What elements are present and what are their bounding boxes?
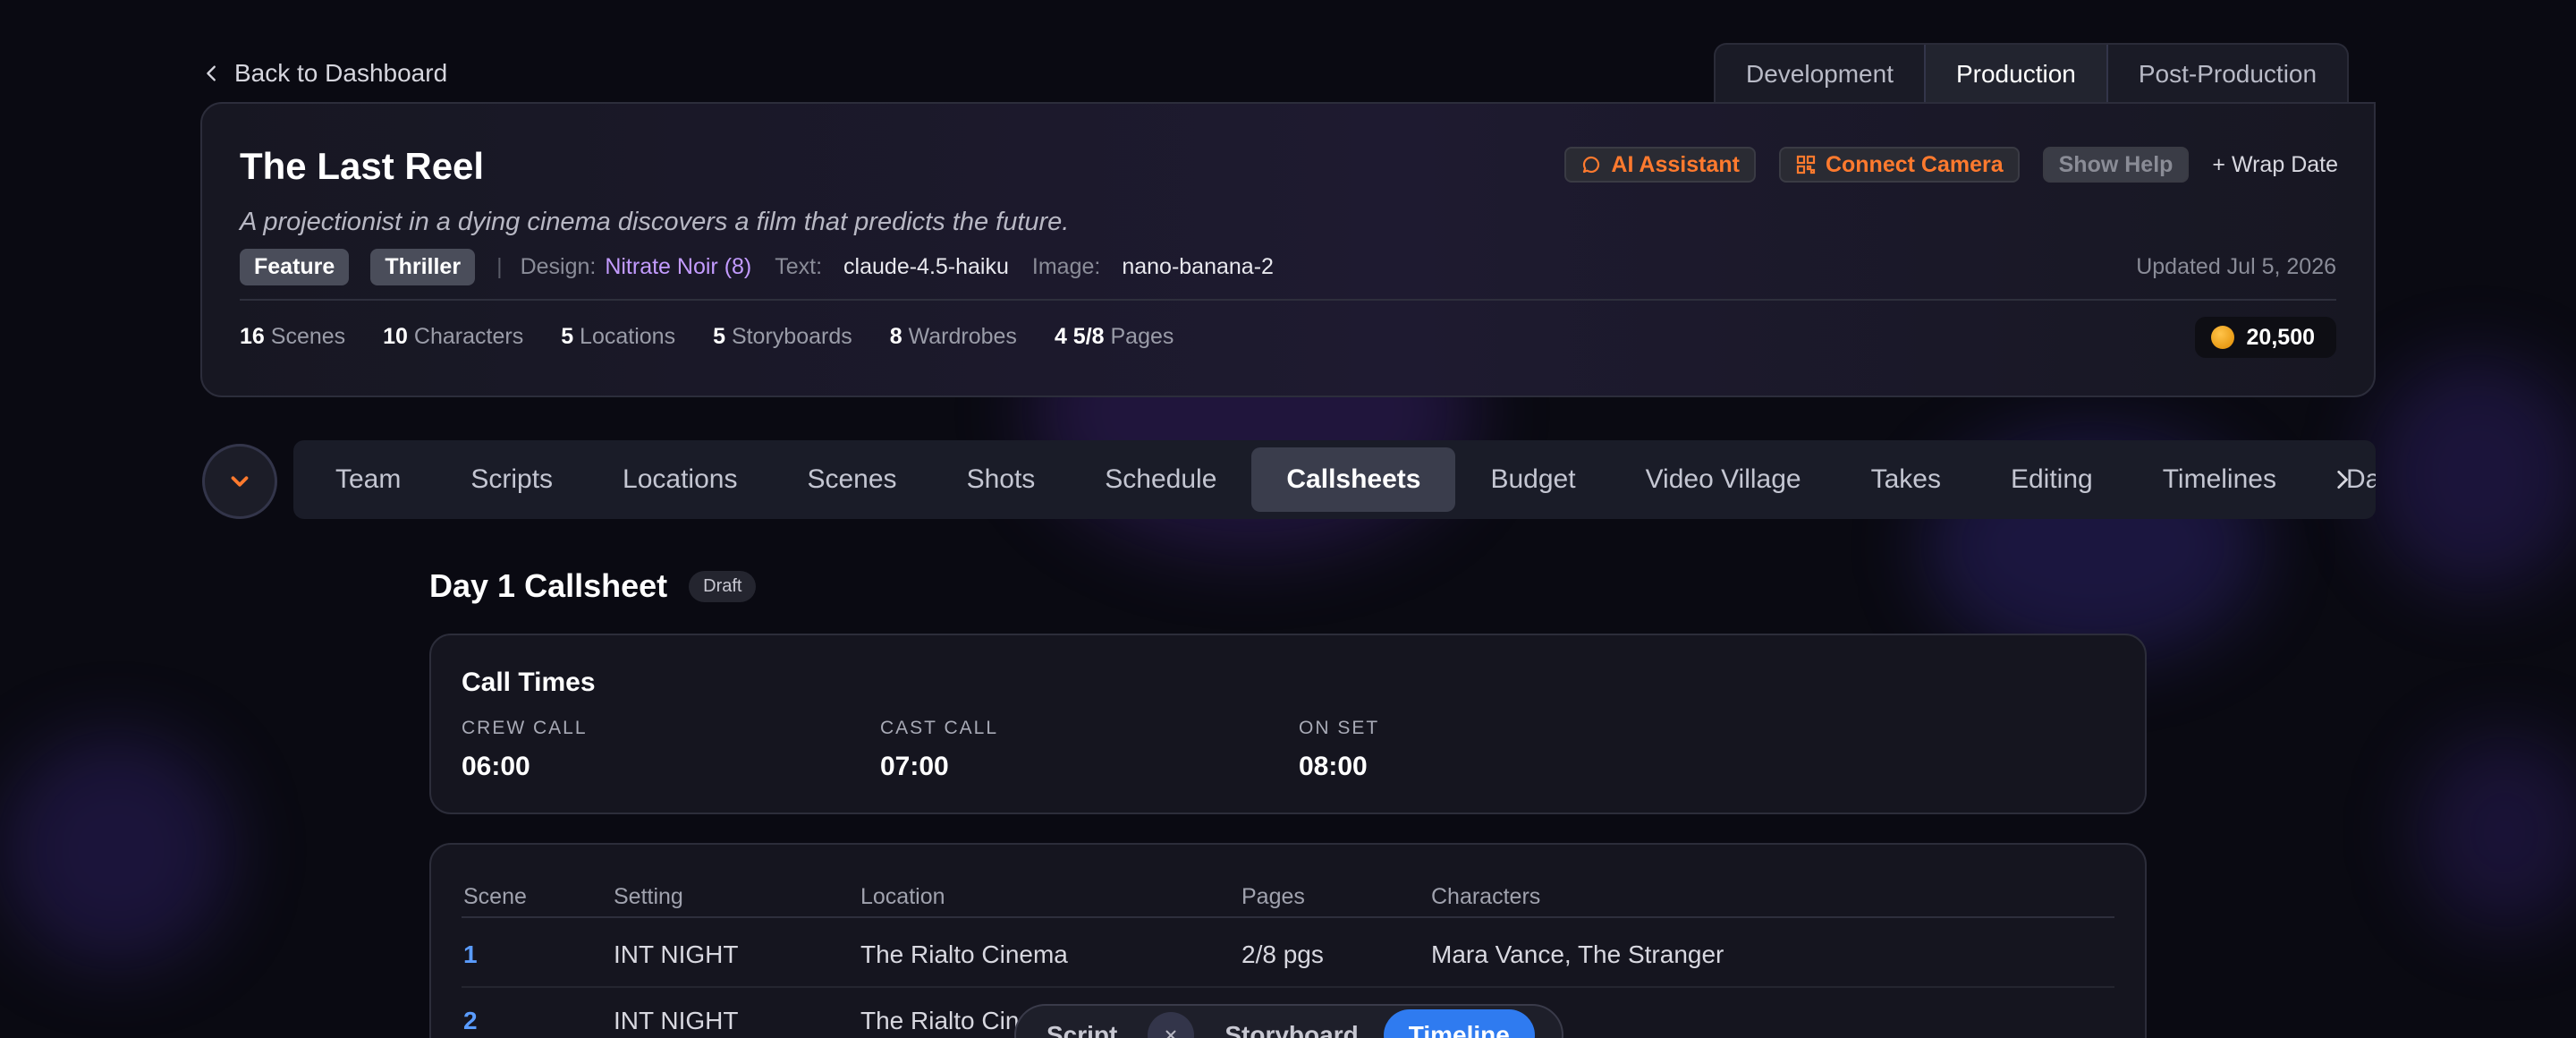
show-help-button[interactable]: Show Help <box>2042 147 2190 183</box>
on-set: ON SET 08:00 <box>1299 718 1379 782</box>
scene-number-link[interactable]: 2 <box>463 988 478 1038</box>
tab-callsheets[interactable]: Callsheets <box>1251 447 1456 512</box>
call-times-title: Call Times <box>462 668 596 697</box>
text-model-label: Text: <box>775 254 823 279</box>
tab-locations[interactable]: Locations <box>588 447 772 512</box>
stat-characters: 10 Characters <box>383 324 524 349</box>
wrap-date-button[interactable]: + Wrap Date <box>2212 152 2338 178</box>
cast-call-label: CAST CALL <box>880 718 998 738</box>
crew-call-label: CREW CALL <box>462 718 588 738</box>
stat-pages: 4 5/8 Pages <box>1054 324 1174 349</box>
on-set-label: ON SET <box>1299 718 1380 738</box>
back-to-dashboard-link[interactable]: Back to Dashboard <box>202 59 447 88</box>
column-header: Setting <box>614 884 683 909</box>
table-header: Scene Setting Location Pages Characters <box>462 879 2114 918</box>
stat-storyboards: 5 Storyboards <box>713 324 852 349</box>
tab-timelines[interactable]: Timelines <box>2128 447 2311 512</box>
project-meta: Feature Thriller | Design: Nitrate Noir … <box>240 249 1297 285</box>
pages-cell: 2/8 pgs <box>1241 940 1324 968</box>
column-header: Pages <box>1241 884 1305 909</box>
credits-value: 20,500 <box>2246 324 2315 350</box>
design-label: Design: <box>520 254 597 279</box>
tab-video-village[interactable]: Video Village <box>1611 447 1836 512</box>
updated-timestamp: Updated Jul 5, 2026 <box>2136 254 2336 279</box>
design-value-link[interactable]: Nitrate Noir (8) <box>605 254 751 280</box>
stat-locations: 5 Locations <box>561 324 676 349</box>
crew-call: CREW CALL 06:00 <box>462 718 588 782</box>
view-script-button[interactable]: Script <box>1021 1009 1142 1038</box>
tab-development[interactable]: Development <box>1716 45 1924 104</box>
tab-shots[interactable]: Shots <box>932 447 1071 512</box>
connect-camera-button[interactable]: Connect Camera <box>1778 147 2020 183</box>
characters-cell: Mara Vance, The Stranger <box>1431 940 1724 968</box>
back-link-label: Back to Dashboard <box>234 59 448 87</box>
project-card: The Last Reel AI Assistant Connect Camer… <box>200 102 2376 397</box>
project-logline: A projectionist in a dying cinema discov… <box>240 208 1070 236</box>
tab-editing[interactable]: Editing <box>1976 447 2128 512</box>
stat-scenes: 16 Scenes <box>240 324 346 349</box>
genre-tag: Feature <box>240 249 350 285</box>
background-glow <box>2370 358 2576 591</box>
column-header: Scene <box>463 884 527 909</box>
location-cell: The Rialto Cinema <box>860 940 1068 968</box>
divider <box>240 299 2336 301</box>
background-glow <box>0 734 233 966</box>
ai-assistant-label: AI Assistant <box>1611 151 1740 177</box>
credits-balance: 20,500 <box>2194 317 2336 358</box>
chevron-right-icon <box>2337 470 2348 489</box>
connect-camera-label: Connect Camera <box>1825 151 2004 177</box>
setting-cell: INT NIGHT <box>614 940 739 968</box>
project-actions: AI Assistant Connect Camera Show Help + … <box>1564 147 2338 183</box>
setting-cell: INT NIGHT <box>614 1007 739 1034</box>
column-header: Characters <box>1431 884 1541 909</box>
tab-takes[interactable]: Takes <box>1836 447 1976 512</box>
stat-wardrobes: 8 Wardrobes <box>889 324 1017 349</box>
tab-schedule[interactable]: Schedule <box>1070 447 1251 512</box>
view-timeline-button[interactable]: Timeline <box>1383 1009 1535 1038</box>
status-badge: Draft <box>689 570 757 602</box>
tab-scripts[interactable]: Scripts <box>436 447 588 512</box>
project-title: The Last Reel <box>240 145 485 187</box>
phase-tabs: Development Production Post-Production <box>1714 43 2350 104</box>
column-header: Location <box>860 884 945 909</box>
view-storyboard-button[interactable]: Storyboard <box>1199 1009 1383 1038</box>
tab-scenes[interactable]: Scenes <box>772 447 931 512</box>
tabs-scroll-right-button[interactable] <box>2322 440 2361 519</box>
text-model-value: claude-4.5-haiku <box>843 254 1009 279</box>
chat-bubble-icon <box>1583 156 1600 174</box>
ai-assistant-button[interactable]: AI Assistant <box>1564 147 1756 183</box>
crew-call-time: 06:00 <box>462 752 530 781</box>
view-switcher: Script Storyboard Timeline <box>1014 1004 1563 1038</box>
table-row[interactable]: 1 INT NIGHT The Rialto Cinema 2/8 pgs Ma… <box>462 922 2114 988</box>
project-stats: 16 Scenes 10 Characters 5 Locations 5 St… <box>240 324 1174 350</box>
cast-call-time: 07:00 <box>880 752 949 781</box>
background-glow <box>2415 734 2576 931</box>
on-set-time: 08:00 <box>1299 752 1368 781</box>
image-model-label: Image: <box>1031 254 1101 279</box>
scene-number-link[interactable]: 1 <box>463 922 478 988</box>
tab-budget[interactable]: Budget <box>1455 447 1610 512</box>
collapse-toggle-button[interactable] <box>202 444 277 519</box>
meta-divider: | <box>496 254 503 279</box>
callsheet-title: Day 1 Callsheet <box>429 567 668 604</box>
coin-icon <box>2210 326 2234 349</box>
chevron-down-icon <box>231 476 249 487</box>
image-model-value: nano-banana-2 <box>1122 254 1274 279</box>
close-view-button[interactable] <box>1148 1012 1195 1038</box>
tab-post-production[interactable]: Post-Production <box>2108 45 2347 104</box>
chevron-left-icon <box>207 65 216 81</box>
callsheet-header: Day 1 Callsheet Draft <box>429 567 757 605</box>
call-times-card: Call Times CREW CALL 06:00 CAST CALL 07:… <box>429 634 2147 814</box>
cast-call: CAST CALL 07:00 <box>880 718 998 782</box>
section-tabs: Team Scripts Locations Scenes Shots Sche… <box>293 440 2376 519</box>
close-icon <box>1165 1030 1176 1038</box>
qr-code-icon <box>1796 155 1816 174</box>
tab-team[interactable]: Team <box>301 447 436 512</box>
genre-tag: Thriller <box>370 249 476 285</box>
tab-production[interactable]: Production <box>1923 45 2108 104</box>
